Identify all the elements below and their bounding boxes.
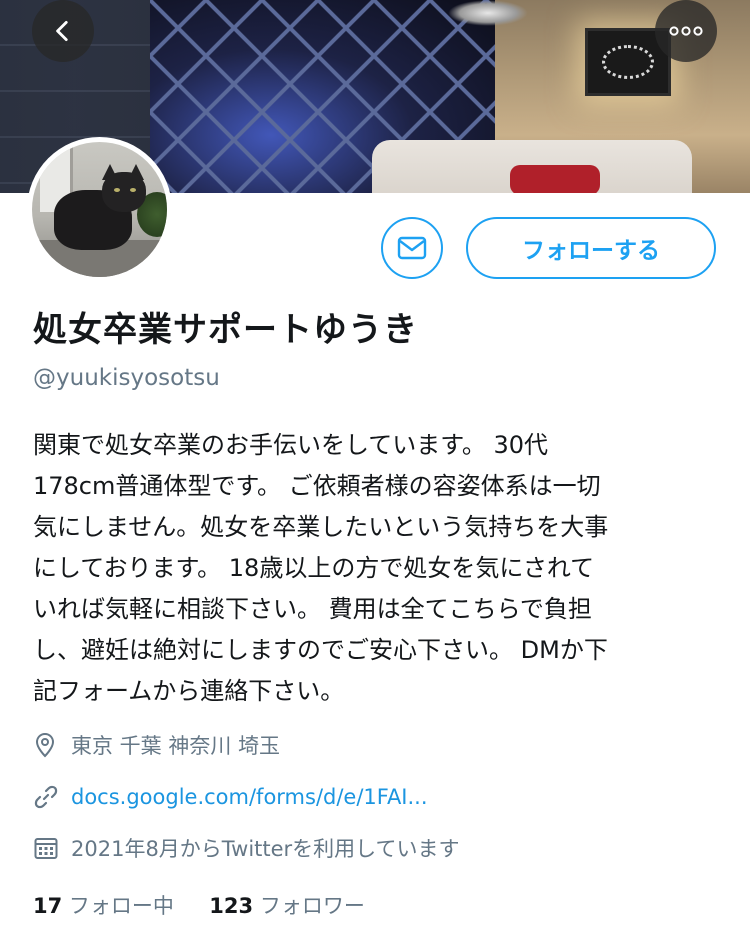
avatar-photo-cat	[32, 142, 167, 277]
following-label: フォロー中	[68, 894, 174, 918]
website-link[interactable]: docs.google.com/forms/d/e/1FAI...	[71, 785, 428, 809]
calendar-icon	[33, 834, 61, 862]
profile-website[interactable]: docs.google.com/forms/d/e/1FAI...	[33, 783, 428, 811]
back-button[interactable]	[32, 0, 94, 62]
profile-location: 東京 千葉 神奈川 埼玉	[33, 730, 280, 760]
joined-text: 2021年8月からTwitterを利用しています	[71, 837, 460, 861]
follow-button[interactable]: フォローする	[466, 217, 716, 279]
profile-handle: @yuukisyosotsu	[33, 365, 220, 391]
followers-link[interactable]: 123 フォロワー	[209, 894, 365, 918]
more-dots-icon	[669, 26, 703, 36]
location-pin-icon	[33, 731, 61, 759]
envelope-icon	[397, 236, 427, 260]
profile-joined-date: 2021年8月からTwitterを利用しています	[33, 833, 460, 863]
banner-pillow	[510, 165, 600, 193]
followers-label: フォロワー	[259, 894, 365, 918]
location-text: 東京 千葉 神奈川 埼玉	[71, 734, 281, 758]
profile-display-name: 処女卒業サポートゆうき	[33, 310, 418, 350]
profile-bio: 関東で処女卒業のお手伝いをしています。 30代 178cm普通体型です。 ご依頼…	[33, 431, 609, 705]
followers-count: 123	[209, 894, 254, 918]
more-options-button[interactable]	[655, 0, 717, 62]
banner-chandelier	[448, 0, 528, 26]
following-link[interactable]: 17 フォロー中	[33, 894, 181, 918]
profile-stats: 17 フォロー中 123 フォロワー	[33, 890, 365, 920]
chevron-left-icon	[56, 20, 68, 42]
avatar[interactable]	[27, 137, 172, 282]
following-count: 17	[33, 894, 63, 918]
message-button[interactable]	[381, 217, 443, 279]
link-icon	[33, 783, 61, 811]
